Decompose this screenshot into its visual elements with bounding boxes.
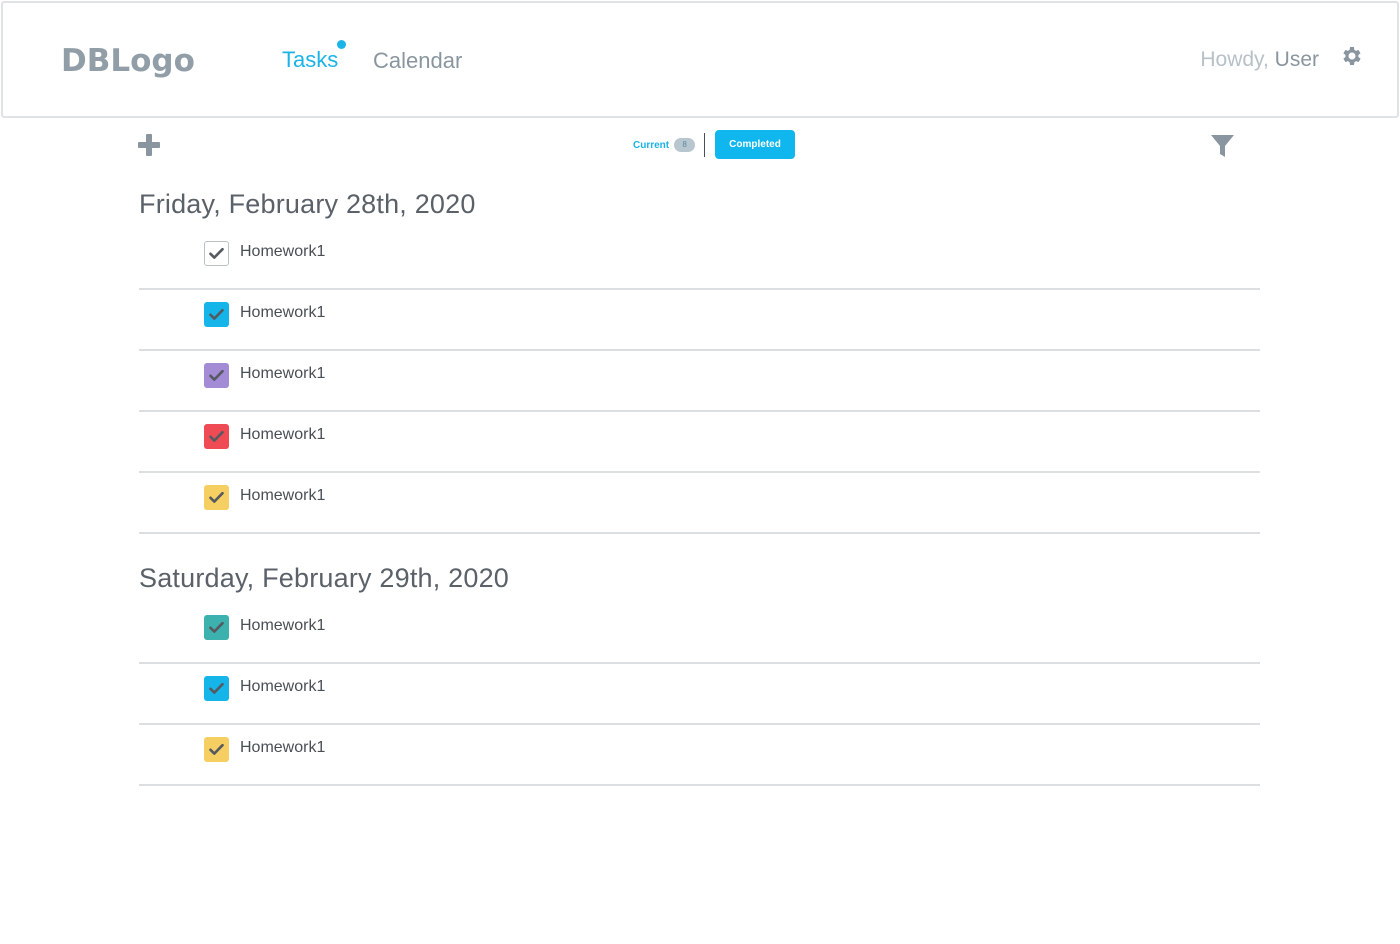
task-label: Homework1 <box>240 487 326 504</box>
logo[interactable]: DBLogo <box>61 43 195 79</box>
checkmark-icon <box>209 682 224 694</box>
date-heading: Friday, February 28th, 2020 <box>139 189 476 219</box>
task-label: Homework1 <box>240 678 326 695</box>
checkmark-icon <box>209 308 224 320</box>
user-greeting[interactable]: Howdy, User <box>1200 48 1319 72</box>
task-checkbox[interactable] <box>204 424 229 449</box>
task-row[interactable]: Homework1 <box>139 412 1260 473</box>
task-label: Homework1 <box>240 426 326 443</box>
current-tasks-toggle[interactable]: Current 8 <box>633 136 696 154</box>
task-checkbox[interactable] <box>204 485 229 510</box>
task-row[interactable]: Homework1 <box>139 229 1260 290</box>
toggle-divider <box>704 133 705 157</box>
task-label: Homework1 <box>240 617 326 634</box>
task-row[interactable]: Homework1 <box>139 603 1260 664</box>
date-heading: Saturday, February 29th, 2020 <box>139 563 510 593</box>
app-header: DBLogo Tasks Calendar Howdy, User <box>1 1 1399 118</box>
checkmark-icon <box>209 369 224 381</box>
completed-tasks-toggle[interactable]: Completed <box>715 130 795 159</box>
task-checkbox[interactable] <box>204 241 229 266</box>
task-checkbox[interactable] <box>204 302 229 327</box>
task-checkbox[interactable] <box>204 363 229 388</box>
task-label: Homework1 <box>240 365 326 382</box>
filter-icon[interactable] <box>1211 134 1234 158</box>
gear-icon[interactable] <box>1339 44 1363 68</box>
task-row[interactable]: Homework1 <box>139 664 1260 725</box>
current-count-badge: 8 <box>674 138 696 152</box>
checkmark-icon <box>209 430 224 442</box>
checkmark-icon <box>209 621 224 633</box>
active-indicator-dot <box>337 40 346 49</box>
task-checkbox[interactable] <box>204 615 229 640</box>
task-row[interactable]: Homework1 <box>139 725 1260 786</box>
checkmark-icon <box>209 743 224 755</box>
task-row[interactable]: Homework1 <box>139 290 1260 351</box>
task-checkbox[interactable] <box>204 676 229 701</box>
username: User <box>1274 48 1319 71</box>
task-label: Homework1 <box>240 739 326 756</box>
nav-tab-tasks[interactable]: Tasks <box>282 47 338 73</box>
nav-tab-calendar[interactable]: Calendar <box>373 48 462 74</box>
checkmark-icon <box>209 491 224 503</box>
task-checkbox[interactable] <box>204 737 229 762</box>
task-row[interactable]: Homework1 <box>139 351 1260 412</box>
greeting-prefix: Howdy, <box>1200 48 1269 71</box>
plus-icon[interactable] <box>136 132 162 158</box>
task-label: Homework1 <box>240 243 326 260</box>
checkmark-icon <box>209 247 224 259</box>
current-label: Current <box>633 139 670 151</box>
task-label: Homework1 <box>240 304 326 321</box>
task-row[interactable]: Homework1 <box>139 473 1260 534</box>
